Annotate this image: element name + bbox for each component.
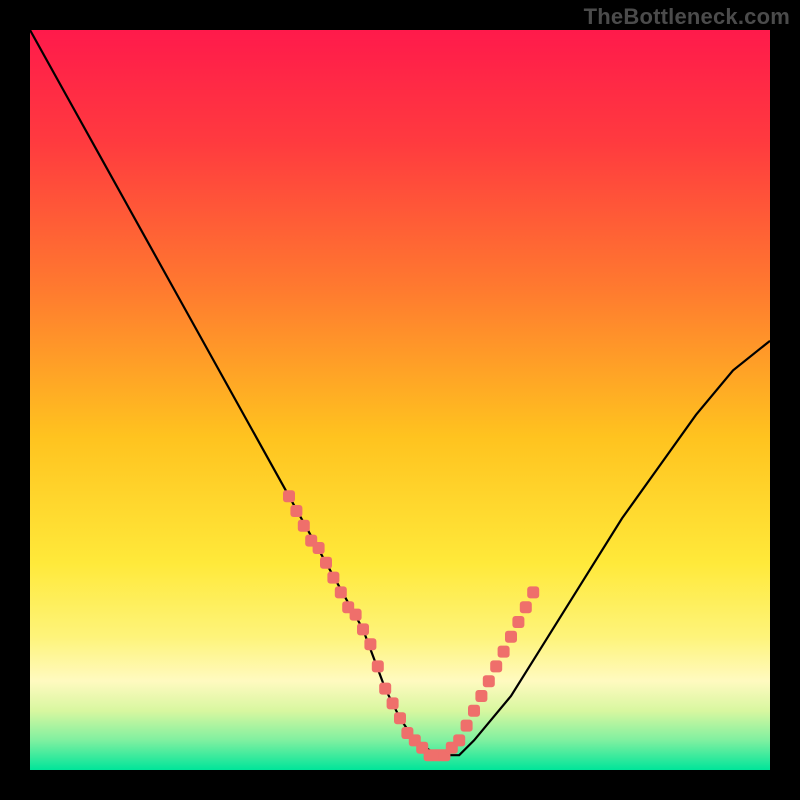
highlight-point [298,520,310,532]
highlight-point [483,675,495,687]
highlight-point [512,616,524,628]
highlight-point [527,586,539,598]
highlight-point [453,734,465,746]
chart-container: TheBottleneck.com [0,0,800,800]
highlight-point [475,690,487,702]
highlight-point [335,586,347,598]
highlight-point [520,601,532,613]
highlight-point [327,572,339,584]
plot-area [30,30,770,770]
highlight-point [313,542,325,554]
highlight-point [490,660,502,672]
watermark-text: TheBottleneck.com [584,4,790,30]
highlight-point [379,683,391,695]
highlight-point [320,557,332,569]
highlight-point [387,697,399,709]
highlight-point [290,505,302,517]
gradient-background [30,30,770,770]
highlight-point [357,623,369,635]
highlight-point [364,638,376,650]
highlight-point [505,631,517,643]
highlight-point [350,609,362,621]
highlight-point [461,720,473,732]
highlight-point [283,490,295,502]
highlight-point [394,712,406,724]
highlight-point [468,705,480,717]
highlight-point [372,660,384,672]
highlight-point [498,646,510,658]
plot-svg [30,30,770,770]
